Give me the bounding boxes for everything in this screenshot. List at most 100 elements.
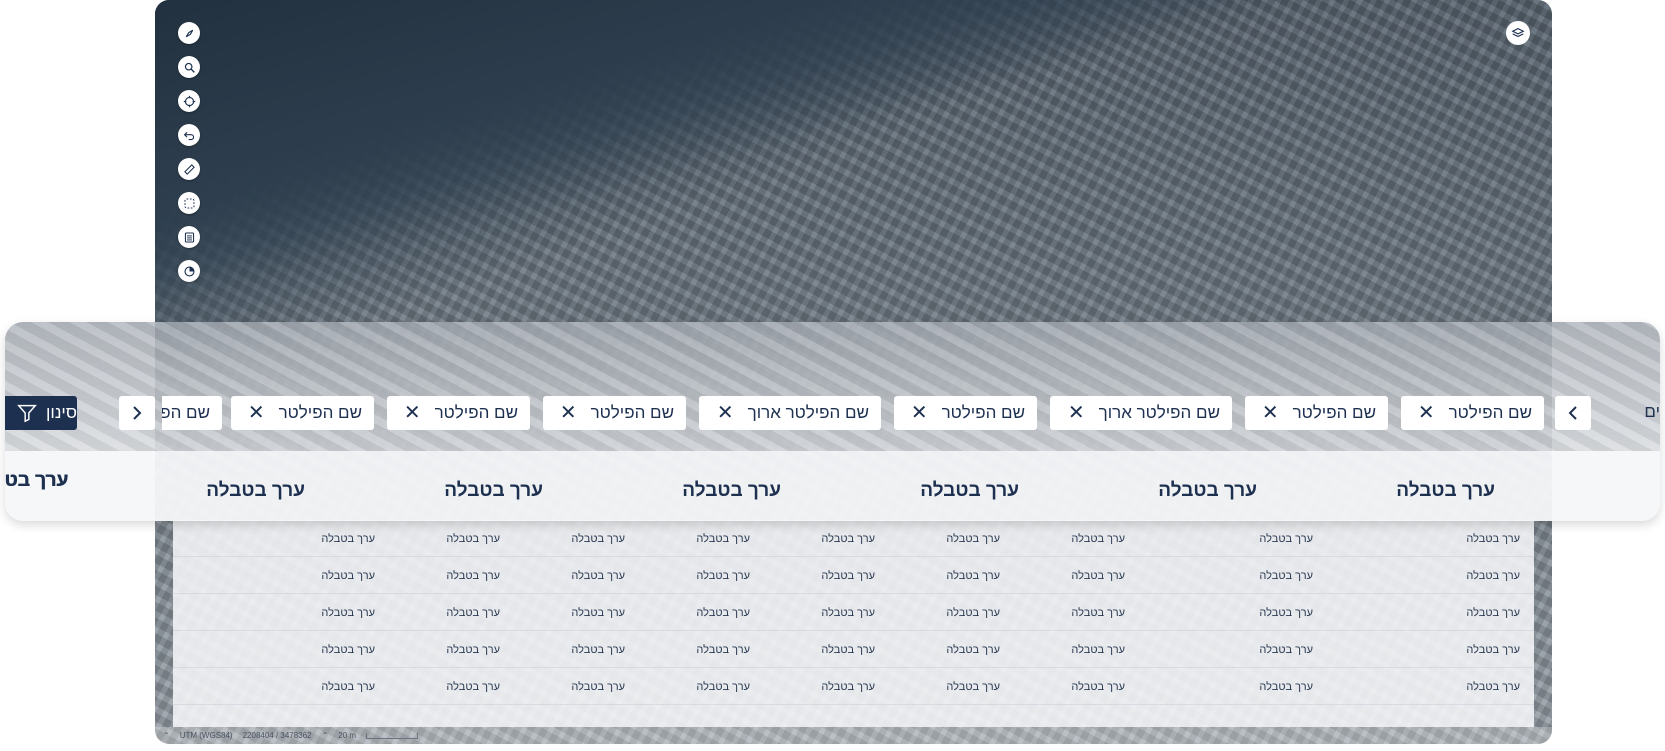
table-cell: ערך בטבלה [821,570,875,582]
table-cell: ערך בטבלה [821,533,875,545]
partial-filter-text: ים [1644,402,1660,421]
filter-button[interactable]: סינון [5,396,77,430]
table-cell: ערך בטבלה [446,681,500,693]
filter-chip[interactable]: שם הפילטר ✕ [387,396,530,430]
select-area-icon[interactable] [178,192,200,214]
table-cell: ערך בטבלה [821,607,875,619]
table-cell: ערך בטבלה [696,607,750,619]
filter-chip[interactable]: שם הפילטר ✕ [1245,396,1388,430]
filter-chip-label: שם הפילטר [278,403,362,422]
table-row[interactable]: ערך בטבלה ערך בטבלה ערך בטבלה ערך בטבלה ערך … [173,520,1534,557]
filter-chip[interactable]: שם הפילטר ✕ [894,396,1037,430]
filter-chip-label: שם הפילטר ארוך [1098,403,1220,422]
layers-icon[interactable] [1506,21,1530,45]
table-row[interactable]: ערך בטבלה ערך בטבלה ערך בטבלה ערך בטבלה ערך … [173,557,1534,594]
table-cell: ערך בטבלה [946,644,1000,656]
table-cell: ערך בטבלה [571,570,625,582]
table-cell: ערך בטבלה [321,570,375,582]
filter-chip[interactable]: שם הפילטר ✕ [231,396,374,430]
table-cell: ערך בטבלה [821,644,875,656]
close-icon[interactable]: ✕ [717,403,734,423]
table-cell: ערך בטבלה [571,644,625,656]
table-cell: ערך בטבלה [946,570,1000,582]
table-row[interactable]: ערך בטבלה ערך בטבלה ערך בטבלה ערך בטבלה ערך … [173,631,1534,668]
filter-chip[interactable]: שם הפילטר ✕ [1401,396,1544,430]
legend-icon[interactable] [178,226,200,248]
close-icon[interactable]: ✕ [1068,403,1085,423]
table-header-cell[interactable]: ערך בטבלה [682,480,781,502]
table-cell: ערך בטבלה [1259,570,1313,582]
filter-button-label: סינון [45,403,77,422]
table-cell: ערך בטבלה [446,533,500,545]
scroll-left-button[interactable] [119,396,155,430]
table-header-cell[interactable]: ערך בטבלה [1158,480,1257,502]
table-header: ערך בטבלה ערך בטבלה ערך בטבלה ערך בטבלה ערך … [5,451,1660,521]
close-icon[interactable]: ✕ [404,403,421,423]
map-water-area [155,0,1552,320]
table-row[interactable]: ערך בטבלה ערך בטבלה ערך בטבלה ערך בטבלה ערך … [173,668,1534,705]
table-row[interactable]: ערך בטבלה ערך בטבלה ערך בטבלה ערך בטבלה ערך … [173,594,1534,631]
data-table: ערך בטבלה ערך בטבלה ערך בטבלה ערך בטבלה ערך … [173,520,1534,727]
table-cell: ערך בטבלה [696,681,750,693]
filter-chip[interactable]: שם הפילטר ✕ [543,396,686,430]
table-cell: ערך בטבלה [696,570,750,582]
map-status-bar: ⌃ UTM (WGS84) 2208404 / 3478362 ⌃ 20 m [155,727,1552,744]
table-cell: ערך בטבלה [1071,533,1125,545]
scale-label: 20 m [338,731,357,740]
close-icon[interactable]: ✕ [248,403,265,423]
table-header-cell[interactable]: ערך בטבלה [1396,480,1495,502]
table-header-cell[interactable]: ערך בטבלה [206,480,305,502]
table-cell: ערך בטבלה [446,570,500,582]
filter-chip-label: שם הפילטר [941,403,1025,422]
table-cell: ערך בטבלה [1259,681,1313,693]
filter-chip[interactable]: שם הפילטר ארוך ✕ [699,396,881,430]
crs-label: UTM (WGS84) [179,731,233,740]
pie-chart-icon[interactable] [178,260,200,282]
table-cell: ערך בטבלה [1466,644,1520,656]
table-cell: ערך בטבלה [1259,607,1313,619]
table-cell: ערך בטבלה [946,533,1000,545]
table-cell: ערך בטבלה [821,681,875,693]
table-cell: ערך בטבלה [321,644,375,656]
table-cell: ערך בטבלה [1071,570,1125,582]
close-icon[interactable]: ✕ [1418,403,1435,423]
filter-chip-label: שם הפילטר [590,403,674,422]
coordinates-readout: 2208404 / 3478362 [242,731,312,740]
table-cell: ערך בטבלה [571,681,625,693]
search-icon[interactable] [178,56,200,78]
table-header-cell[interactable]: ערך בטבלה [920,480,1019,502]
table-cell: ערך בטבלה [1071,681,1125,693]
filter-bar: ים שם הפילטר ✕ שם הפילטר ✕ שם הפילטר ארוך ✕ שם… [5,322,1660,451]
chevron-up-icon[interactable]: ⌃ [163,731,170,740]
table-cell: ערך בטבלה [571,533,625,545]
filter-chip-label: שם הפילטר ארוך [747,403,869,422]
table-cell: ערך בטבלה [1466,607,1520,619]
chevron-right-icon [133,406,142,420]
table-cell: ערך בטבלה [946,607,1000,619]
table-cell: ערך בטבלה [571,607,625,619]
close-icon[interactable]: ✕ [911,403,928,423]
table-cell: ערך בטבלה [1071,644,1125,656]
filter-chip-label: שם הפילטר [434,403,518,422]
chevron-up-icon[interactable]: ⌃ [322,731,329,740]
table-cell: ערך בטבלה [321,681,375,693]
undo-icon[interactable] [178,124,200,146]
scroll-right-button[interactable] [1555,396,1591,430]
table-cell: ערך בטבלה [321,533,375,545]
filter-chip-clipped[interactable]: שם הפילטר [162,396,222,430]
close-icon[interactable]: ✕ [560,403,577,423]
filter-chip[interactable]: שם הפילטר ארוך ✕ [1050,396,1232,430]
close-icon[interactable]: ✕ [1262,403,1279,423]
table-cell: ערך בטבלה [696,644,750,656]
table-header-cell-clipped[interactable]: ערך בט [5,470,69,492]
table-cell: ערך בטבלה [446,607,500,619]
compass-icon[interactable] [178,22,200,44]
table-cell: ערך בטבלה [946,681,1000,693]
table-cell: ערך בטבלה [446,644,500,656]
filter-chip-label: שם הפילטר [1292,403,1376,422]
table-header-cell[interactable]: ערך בטבלה [444,480,543,502]
ruler-icon[interactable] [178,158,200,180]
locate-icon[interactable] [178,90,200,112]
table-cell: ערך בטבלה [1259,533,1313,545]
filter-chip-label: שם הפילטר [1448,403,1532,422]
